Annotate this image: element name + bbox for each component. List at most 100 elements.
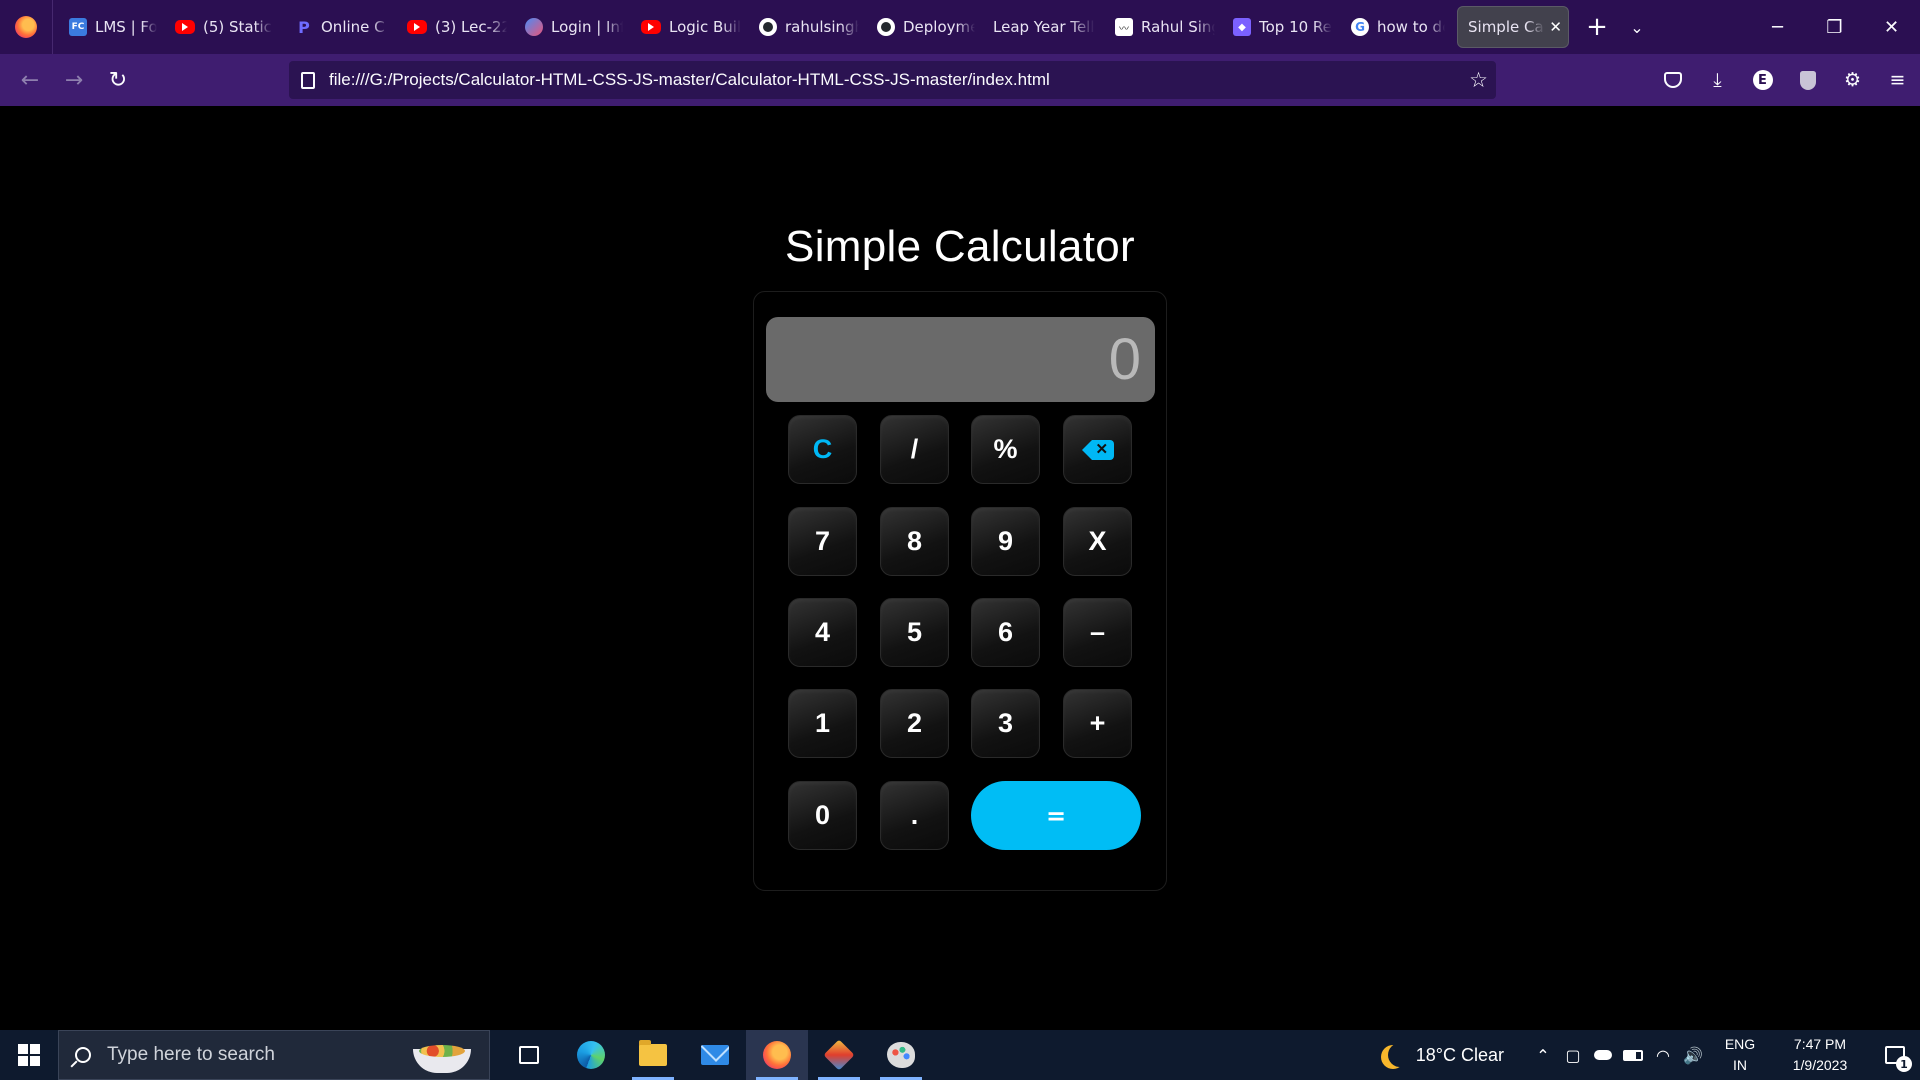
pocket-icon [1663,72,1682,88]
app-menu-button[interactable]: ≡ [1875,58,1920,102]
tab-rahulsingh[interactable]: rahulsingh [747,6,865,48]
tab-online-c[interactable]: P Online C C [283,6,395,48]
windows-icon [18,1044,40,1066]
paint-button[interactable] [870,1030,932,1080]
cloud-icon [1594,1050,1612,1060]
downloads-button[interactable]: ⤓ [1695,58,1740,102]
programiz-icon: P [298,17,310,37]
bookmark-star-icon[interactable]: ☆ [1469,68,1488,92]
tab-simple-calculator[interactable]: Simple Calc ✕ [1457,6,1569,48]
youtube-icon [641,20,661,34]
start-button[interactable] [0,1030,58,1080]
youtube-icon [407,20,427,34]
clock[interactable]: 7:47 PM 1/9/2023 [1770,1034,1870,1076]
tab-logic-building[interactable]: Logic Buil [629,6,747,48]
tab-label: Online C C [321,18,389,36]
mail-icon [701,1045,729,1065]
edge-button[interactable] [560,1030,622,1080]
top10-icon: ◆ [1233,18,1251,36]
list-all-tabs-button[interactable]: ⌄ [1617,6,1657,48]
firefox-view-button[interactable] [0,0,53,54]
eight-button[interactable]: 8 [880,507,949,576]
firefox-icon [15,16,37,38]
six-button[interactable]: 6 [971,598,1040,667]
pocket-button[interactable] [1650,58,1695,102]
one-button[interactable]: 1 [788,689,857,758]
onedrive-button[interactable] [1588,1050,1618,1060]
five-button[interactable]: 5 [880,598,949,667]
tab-strip: FC LMS | Fort (5) Static P Online C C (3… [0,0,1920,54]
calculator-display: 0 [766,317,1155,402]
github-icon [877,18,895,36]
google-icon: G [1351,18,1369,36]
system-tray: 18°C Clear ⌃ ▢ ◠ 🔊 ENG IN 7:47 PM 1/9/20… [1380,1030,1920,1080]
reload-button[interactable]: ↻ [96,58,140,102]
tab-leap-year[interactable]: Leap Year Tell [981,6,1103,48]
mail-button[interactable] [684,1030,746,1080]
tab-login[interactable]: Login | Inf [513,6,629,48]
task-view-button[interactable] [498,1030,560,1080]
close-window-button[interactable]: ✕ [1863,0,1920,54]
region-code: IN [1733,1057,1747,1073]
chevron-up-icon[interactable]: ⌃ [1528,1046,1558,1065]
minus-button[interactable]: – [1063,598,1132,667]
tab-lec-22[interactable]: (3) Lec-22 [395,6,513,48]
volume-icon[interactable]: 🔊 [1678,1046,1708,1065]
search-highlight-icon [409,1037,475,1075]
tab-top-10[interactable]: ◆ Top 10 Re [1221,6,1339,48]
shield-icon [1799,70,1816,90]
meet-now-icon[interactable]: ▢ [1558,1046,1588,1065]
tab-lms[interactable]: FC LMS | Fort [57,6,163,48]
react-devtools-button[interactable]: ⚙ [1830,58,1875,102]
tab-static[interactable]: (5) Static [163,6,283,48]
decimal-button[interactable]: . [880,781,949,850]
language-indicator[interactable]: ENG IN [1718,1034,1762,1076]
tab-label: Simple Calc [1468,18,1545,36]
toolbar-icons: ⤓ E ⚙ ≡ [1650,54,1920,106]
minimize-button[interactable]: ─ [1749,0,1806,54]
tab-how-to[interactable]: G how to dc [1339,6,1451,48]
back-button[interactable]: ← [8,58,52,102]
three-button[interactable]: 3 [971,689,1040,758]
git-button[interactable] [808,1030,870,1080]
taskbar-search[interactable]: Type here to search [58,1030,490,1080]
restore-button[interactable]: ❐ [1806,0,1863,54]
tab-label: Top 10 Re [1259,18,1332,36]
file-explorer-button[interactable] [622,1030,684,1080]
forward-button[interactable]: → [52,58,96,102]
clock-date: 1/9/2023 [1792,1057,1848,1073]
search-input[interactable]: Type here to search [107,1044,275,1066]
percent-button[interactable]: % [971,415,1040,484]
four-button[interactable]: 4 [788,598,857,667]
zero-button[interactable]: 0 [788,781,857,850]
firefox-taskbar-button[interactable] [746,1030,808,1080]
tab-deployment[interactable]: Deployme [865,6,981,48]
seven-button[interactable]: 7 [788,507,857,576]
extension-e-button[interactable]: E [1740,58,1785,102]
page-content: Simple Calculator 0 C / % ✕ 7 8 9 X 4 5 … [0,106,1920,1030]
close-tab-icon[interactable]: ✕ [1545,18,1562,36]
two-button[interactable]: 2 [880,689,949,758]
backspace-button[interactable]: ✕ [1063,415,1132,484]
equals-button[interactable]: = [971,781,1141,850]
notification-center-button[interactable]: 1 [1870,1030,1920,1080]
url-bar[interactable]: file:///G:/Projects/Calculator-HTML-CSS-… [289,61,1496,99]
weather-widget[interactable]: 18°C Clear [1416,1045,1504,1066]
tab-label: LMS | Fort [95,18,157,36]
nine-button[interactable]: 9 [971,507,1040,576]
url-text[interactable]: file:///G:/Projects/Calculator-HTML-CSS-… [329,70,1050,90]
profile-icon: 〰 [1115,18,1133,36]
new-tab-button[interactable]: + [1577,6,1617,48]
wifi-icon[interactable]: ◠ [1648,1046,1678,1065]
tab-label: Logic Buil [669,18,741,36]
plus-button[interactable]: + [1063,689,1132,758]
clear-button[interactable]: C [788,415,857,484]
github-icon [759,18,777,36]
multiply-button[interactable]: X [1063,507,1132,576]
battery-button[interactable] [1618,1049,1648,1061]
backspace-glyph: ✕ [1095,440,1109,458]
tab-rahul-singh[interactable]: 〰 Rahul Sing [1103,6,1221,48]
shield-extension-button[interactable] [1785,58,1830,102]
tab-label: (5) Static [203,18,272,36]
divide-button[interactable]: / [880,415,949,484]
